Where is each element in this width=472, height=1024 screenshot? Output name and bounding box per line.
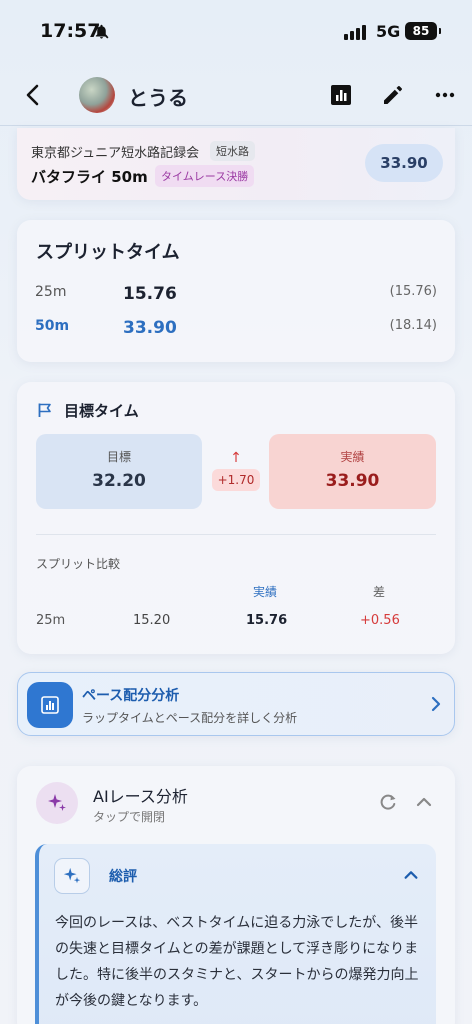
meet-name: 東京都ジュニア短水路記録会 xyxy=(31,146,200,161)
bell-off-icon xyxy=(93,23,110,44)
split-time-title: スプリットタイム xyxy=(36,242,180,263)
summary-panel: 総評 今回のレースは、ベストタイムに迫る力泳でしたが、後半の失速と目標タイムとの… xyxy=(35,844,436,1024)
battery-icon: 85 xyxy=(405,22,441,40)
compare-header-diff: 差 xyxy=(373,585,386,599)
split-row: 25m 15.76 (15.76) xyxy=(17,284,455,308)
actual-label: 実績 xyxy=(340,450,365,464)
flag-icon xyxy=(37,402,53,422)
sparkle-icon xyxy=(36,782,78,824)
chart-icon[interactable] xyxy=(327,81,355,109)
split-distance: 25m xyxy=(35,284,67,300)
ai-analysis-card: AIレース分析 タップで開閉 総評 今回のレースは、ベストタイムに迫る力泳でした… xyxy=(17,766,455,1024)
bar-chart-icon xyxy=(27,682,73,728)
compare-actual: 15.76 xyxy=(246,613,288,628)
more-icon[interactable] xyxy=(431,81,459,109)
split-lap: (18.14) xyxy=(389,318,437,333)
diff-badge: +1.70 xyxy=(212,469,260,491)
chevron-right-icon xyxy=(430,694,442,718)
chevron-up-icon[interactable] xyxy=(414,792,434,816)
compare-target: 15.20 xyxy=(133,613,171,628)
up-arrow-icon: ↑ xyxy=(230,450,242,466)
split-time: 15.76 xyxy=(123,284,177,304)
actual-value: 33.90 xyxy=(325,471,380,491)
ai-analysis-title: AIレース分析 xyxy=(93,787,188,806)
ai-analysis-subtitle: タップで開閉 xyxy=(93,810,166,824)
split-lap: (15.76) xyxy=(389,284,437,299)
compare-diff: +0.56 xyxy=(360,613,400,628)
nav-bar: とうる xyxy=(0,64,472,126)
final-type-badge: タイムレース決勝 xyxy=(155,165,255,187)
target-time-card: 目標タイム 目標 32.20 ↑ +1.70 実績 33.90 スプリット比較 … xyxy=(17,382,455,654)
back-icon[interactable] xyxy=(18,80,48,110)
target-label: 目標 xyxy=(106,450,131,464)
pace-analysis-button[interactable]: ペース配分分析 ラップタイムとペース配分を詳しく分析 xyxy=(17,672,455,736)
pace-analysis-subtitle: ラップタイムとペース配分を詳しく分析 xyxy=(82,711,298,725)
race-info-card: 東京都ジュニア短水路記録会 短水路 バタフライ 50m タイムレース決勝 33.… xyxy=(17,128,455,200)
target-box: 目標 32.20 xyxy=(36,434,202,509)
event-name: バタフライ 50m xyxy=(31,168,148,186)
target-time-title: 目標タイム xyxy=(64,402,139,420)
compare-header-actual: 実績 xyxy=(253,585,278,599)
signal-icon xyxy=(344,24,366,40)
race-time-pill: 33.90 xyxy=(365,144,443,182)
refresh-icon[interactable] xyxy=(378,792,398,816)
page-title: とうる xyxy=(128,86,188,110)
summary-title: 総評 xyxy=(109,869,137,885)
status-time: 17:57 xyxy=(40,20,101,42)
split-compare-title: スプリット比較 xyxy=(36,557,121,571)
status-bar: 17:57 5G 85 xyxy=(0,0,472,64)
avatar[interactable] xyxy=(79,77,115,113)
pool-badge: 短水路 xyxy=(210,141,255,161)
target-value: 32.20 xyxy=(92,471,146,491)
edit-icon[interactable] xyxy=(379,81,407,109)
split-time: 33.90 xyxy=(123,318,177,338)
summary-sparkle-icon xyxy=(54,858,90,894)
divider xyxy=(36,534,436,535)
split-row: 50m 33.90 (18.14) xyxy=(17,318,455,342)
summary-collapse-icon[interactable] xyxy=(402,866,420,888)
split-time-card: スプリットタイム 25m 15.76 (15.76) 50m 33.90 (18… xyxy=(17,220,455,362)
actual-box: 実績 33.90 xyxy=(269,434,436,509)
pace-analysis-title: ペース配分分析 xyxy=(82,688,180,704)
compare-distance: 25m xyxy=(36,613,66,628)
network-label: 5G xyxy=(376,22,401,41)
summary-text: 今回のレースは、ベストタイムに迫る力泳でしたが、後半の失速と目標タイムとの差が課… xyxy=(55,915,419,1009)
split-distance: 50m xyxy=(35,318,70,334)
